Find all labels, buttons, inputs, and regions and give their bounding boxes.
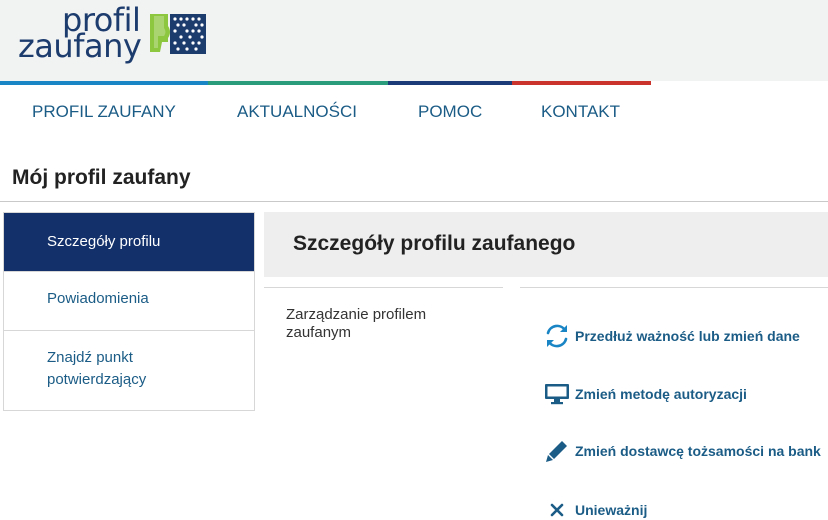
content-header: Szczegóły profilu zaufanego <box>264 212 828 277</box>
profil-zaufany-logo[interactable]: profil zaufany <box>18 4 218 68</box>
action-label: Przedłuż ważność lub zmień dane <box>575 328 800 344</box>
side-item-powiadomienia[interactable]: Powiadomienia <box>4 272 254 331</box>
logo-text-line2: zaufany <box>18 27 142 65</box>
monitor-icon <box>543 380 571 408</box>
nav-item-profil-zaufany[interactable]: PROFIL ZAUFANY <box>32 102 176 122</box>
side-item-label-line1: Znajdź punkt <box>47 349 133 366</box>
section-label-line1: Zarządzanie profilem <box>286 306 427 323</box>
page-title: Mój profil zaufany <box>12 166 191 189</box>
side-item-znajdz-punkt[interactable]: Znajdź punkt potwierdzający <box>4 331 254 410</box>
action-label: Unieważnij <box>575 502 648 518</box>
nav-item-kontakt[interactable]: KONTAKT <box>541 102 620 122</box>
action-revoke[interactable]: Unieważnij <box>543 496 647 520</box>
close-icon <box>543 496 571 520</box>
section-label-line2: zaufanym <box>286 324 352 341</box>
column-divider-left <box>264 287 503 288</box>
nav-item-pomoc[interactable]: POMOC <box>418 102 482 122</box>
logo-mark-icon <box>150 14 206 54</box>
site-header: profil zaufany <box>0 0 828 81</box>
side-item-label: Powiadomienia <box>47 290 149 307</box>
side-item-label: Szczegóły profilu <box>47 233 161 250</box>
refresh-icon <box>543 322 571 350</box>
side-item-szczegoly-profilu[interactable]: Szczegóły profilu <box>4 213 254 272</box>
action-change-auth-method[interactable]: Zmień metodę autoryzacji <box>543 380 747 408</box>
main-navigation: PROFIL ZAUFANY AKTUALNOŚCI POMOC KONTAKT <box>0 85 828 140</box>
action-label: Zmień metodę autoryzacji <box>575 386 747 402</box>
action-change-identity-provider[interactable]: Zmień dostawcę tożsamości na bank <box>543 437 821 465</box>
section-label: Zarządzanie profilem zaufanym <box>286 306 486 342</box>
nav-item-aktualnosci[interactable]: AKTUALNOŚCI <box>237 102 357 122</box>
side-item-label-line2: potwierdzający <box>47 371 147 388</box>
side-menu: Szczegóły profilu Powiadomienia Znajdź p… <box>3 212 255 411</box>
content-title: Szczegóły profilu zaufanego <box>293 232 576 255</box>
column-divider-right <box>520 287 828 288</box>
pencil-icon <box>543 437 571 465</box>
action-label: Zmień dostawcę tożsamości na bank <box>575 443 821 459</box>
title-divider <box>0 201 828 202</box>
action-extend-validity[interactable]: Przedłuż ważność lub zmień dane <box>543 322 800 350</box>
